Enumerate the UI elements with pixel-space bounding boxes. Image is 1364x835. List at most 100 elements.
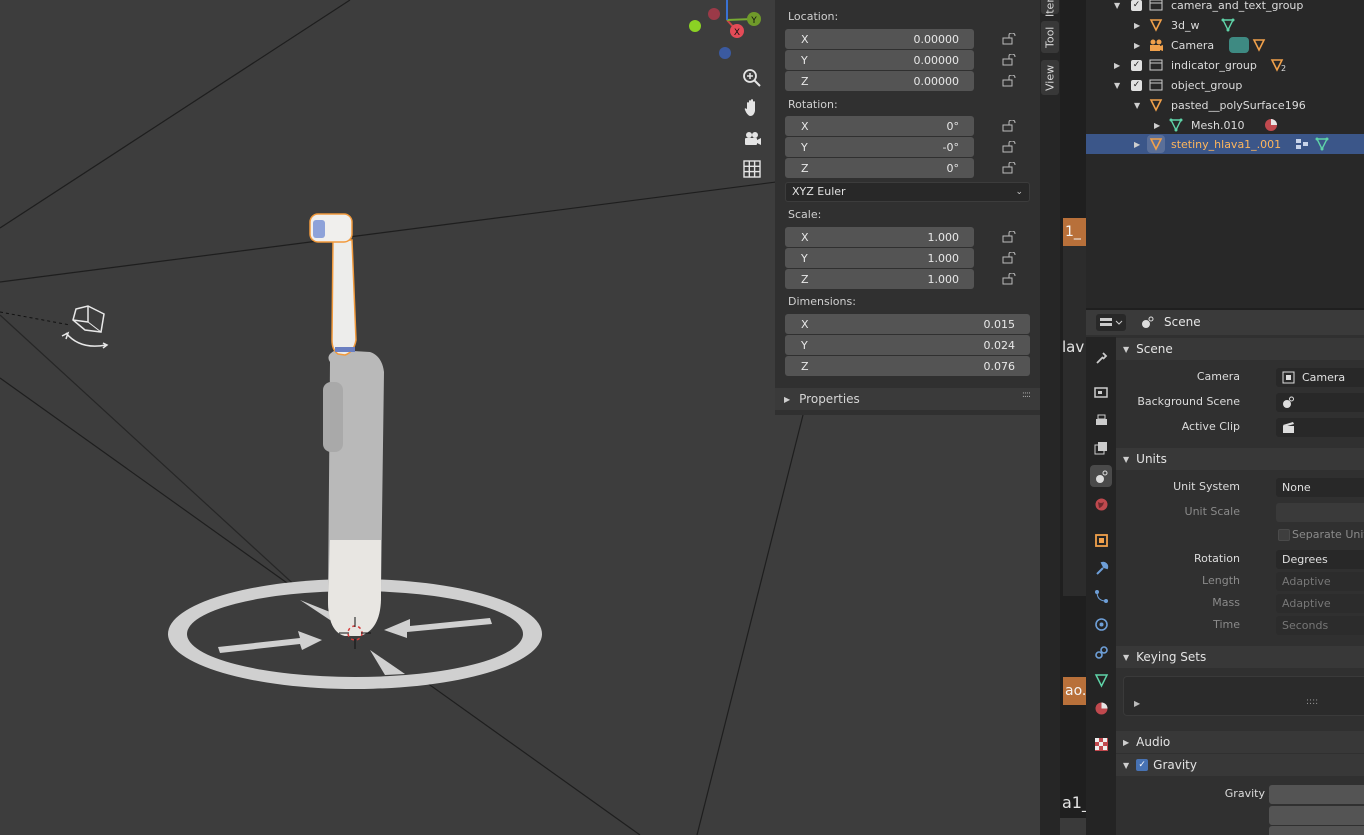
mesh-data-icon — [1169, 118, 1183, 132]
time-dropdown[interactable]: Seconds — [1276, 616, 1364, 635]
tab-item[interactable]: Item — [1041, 0, 1059, 17]
unlock-icon[interactable] — [1002, 252, 1016, 264]
mesh-data-tab-icon[interactable] — [1090, 669, 1112, 691]
location-x-field[interactable]: X 0.00000 — [785, 29, 974, 49]
camera-field[interactable]: Camera — [1276, 368, 1364, 387]
dimensions-z-field[interactable]: Z 0.076 — [785, 356, 1030, 376]
gravity-y-label: Y — [1116, 807, 1276, 820]
unlock-icon[interactable] — [1002, 54, 1016, 66]
rotation-z-field[interactable]: Z 0° — [785, 158, 974, 178]
outliner-row[interactable]: ▼ ✓ object_group — [1086, 75, 1364, 95]
length-dropdown[interactable]: Adaptive — [1276, 572, 1364, 591]
unit-system-dropdown[interactable]: None — [1276, 478, 1364, 497]
rotation-x-field[interactable]: X 0° — [785, 116, 974, 136]
expand-arrow-icon[interactable]: ▶ — [1134, 140, 1140, 149]
axis-label: Y — [801, 53, 808, 67]
sidebar-tab-strip: Item Tool View — [1040, 0, 1060, 835]
tab-view[interactable]: View — [1041, 60, 1059, 95]
unlock-icon[interactable] — [1002, 273, 1016, 285]
audio-panel-header[interactable]: ▶ Audio — [1116, 731, 1364, 753]
length-label: Length — [1202, 574, 1240, 587]
expand-arrow-icon[interactable]: ▶ — [1114, 61, 1120, 70]
scene-panel-header[interactable]: ▼ Scene — [1116, 338, 1364, 360]
expand-arrow-icon[interactable]: ▶ — [1154, 121, 1160, 130]
unlock-icon[interactable] — [1002, 231, 1016, 243]
hand-pan-icon[interactable] — [738, 94, 766, 122]
scale-x-field[interactable]: X 1.000 — [785, 227, 974, 247]
expand-arrow-icon[interactable]: ▶ — [1134, 41, 1140, 50]
mass-dropdown[interactable]: Adaptive — [1276, 594, 1364, 613]
gravity-z-field[interactable] — [1269, 826, 1364, 835]
camera-view-icon[interactable] — [738, 125, 766, 153]
gravity-checkbox[interactable]: ✓ — [1136, 759, 1149, 771]
unlock-icon[interactable] — [1002, 33, 1016, 45]
expand-arrow-icon[interactable]: ▼ — [1114, 1, 1120, 10]
outliner-row[interactable]: ▶ ✓ indicator_group 2 — [1086, 55, 1364, 75]
camera-data-icon — [1229, 37, 1249, 53]
outliner-row[interactable]: ▶ Mesh.010 — [1086, 115, 1364, 135]
location-label: Location: — [788, 10, 839, 23]
unit-scale-field[interactable] — [1276, 503, 1364, 522]
rotation-mode-select[interactable]: XYZ Euler ⌄ — [785, 182, 1030, 202]
rotation-units-dropdown[interactable]: Degrees — [1276, 550, 1364, 569]
outliner-row[interactable]: ▼ pasted__polySurface196 — [1086, 95, 1364, 115]
unlock-icon[interactable] — [1002, 75, 1016, 87]
active-clip-field[interactable] — [1276, 418, 1364, 437]
outliner-label: pasted__polySurface196 — [1171, 98, 1306, 112]
expand-arrow-icon[interactable]: ▶ — [1134, 21, 1140, 30]
object-tab-icon[interactable] — [1090, 529, 1112, 551]
outliner-row[interactable]: ▶ 3d_w — [1086, 15, 1364, 35]
expand-arrow-icon[interactable]: ▼ — [1114, 81, 1120, 90]
material-tab-icon[interactable] — [1090, 697, 1112, 719]
background-scene-field[interactable] — [1276, 393, 1364, 412]
resize-grip-icon[interactable]: :::: — [1306, 697, 1318, 707]
location-z-field[interactable]: Z 0.00000 — [785, 71, 974, 91]
expand-triangle-icon[interactable]: ▶ — [1134, 699, 1140, 708]
tab-tool[interactable]: Tool — [1041, 21, 1059, 53]
location-y-field[interactable]: Y 0.00000 — [785, 50, 974, 70]
tool-tab-icon[interactable] — [1090, 346, 1112, 368]
outliner-label: stetiny_hlava1_.001 — [1171, 137, 1282, 151]
expand-triangle-icon: ▶ — [1123, 737, 1130, 747]
outliner-row-selected[interactable]: ▶ stetiny_hlava1_.001 — [1086, 134, 1364, 154]
grid-ortho-icon[interactable] — [738, 155, 766, 183]
axis-label: Y — [801, 251, 808, 265]
rotation-y-field[interactable]: Y -0° — [785, 137, 974, 157]
checkbox[interactable]: ✓ — [1131, 79, 1142, 91]
separate-units-checkbox[interactable] — [1278, 529, 1290, 541]
constraints-tab-icon[interactable] — [1090, 641, 1112, 663]
dimensions-y-field[interactable]: Y 0.024 — [785, 335, 1030, 355]
properties-section-header[interactable]: ▶ Properties :::: — [775, 388, 1040, 410]
zoom-icon[interactable] — [738, 64, 766, 92]
drag-grip-icon[interactable]: :::: — [1022, 390, 1031, 400]
object-icon — [1252, 39, 1266, 52]
checkbox[interactable]: ✓ — [1131, 0, 1142, 11]
axis-label: Z — [801, 161, 809, 175]
keying-sets-list[interactable]: ▶ :::: — [1123, 676, 1364, 716]
outliner-row[interactable]: ▶ Camera — [1086, 35, 1364, 55]
time-label: Time — [1213, 618, 1240, 631]
outliner-row[interactable]: ▼ ✓ camera_and_text_group — [1086, 0, 1364, 15]
unlock-icon[interactable] — [1002, 120, 1016, 132]
view-layer-tab-icon[interactable] — [1090, 437, 1112, 459]
gravity-x-field[interactable] — [1269, 785, 1364, 804]
child-count-badge: 2 — [1281, 64, 1287, 73]
units-panel-header[interactable]: ▼ Units — [1116, 448, 1364, 470]
texture-tab-icon[interactable] — [1090, 733, 1112, 755]
expand-arrow-icon[interactable]: ▼ — [1134, 101, 1140, 110]
axis-label: Y — [801, 338, 808, 352]
unlock-icon[interactable] — [1002, 162, 1016, 174]
scale-z-field[interactable]: Z 1.000 — [785, 269, 974, 289]
gravity-y-field[interactable] — [1269, 806, 1364, 825]
keying-sets-panel-header[interactable]: ▼ Keying Sets — [1116, 646, 1364, 668]
scale-y-field[interactable]: Y 1.000 — [785, 248, 974, 268]
navigation-gizmo[interactable]: X Y — [680, 0, 770, 70]
gravity-panel-header[interactable]: ▼ ✓ Gravity — [1116, 754, 1364, 776]
editor-type-dropdown[interactable] — [1096, 314, 1126, 331]
unit-scale-label: Unit Scale — [1184, 505, 1240, 518]
checkbox[interactable]: ✓ — [1131, 59, 1142, 71]
dimensions-x-field[interactable]: X 0.015 — [785, 314, 1030, 334]
axis-label: Z — [801, 272, 809, 286]
unlock-icon[interactable] — [1002, 141, 1016, 153]
collapse-triangle-icon: ▼ — [1123, 454, 1130, 464]
